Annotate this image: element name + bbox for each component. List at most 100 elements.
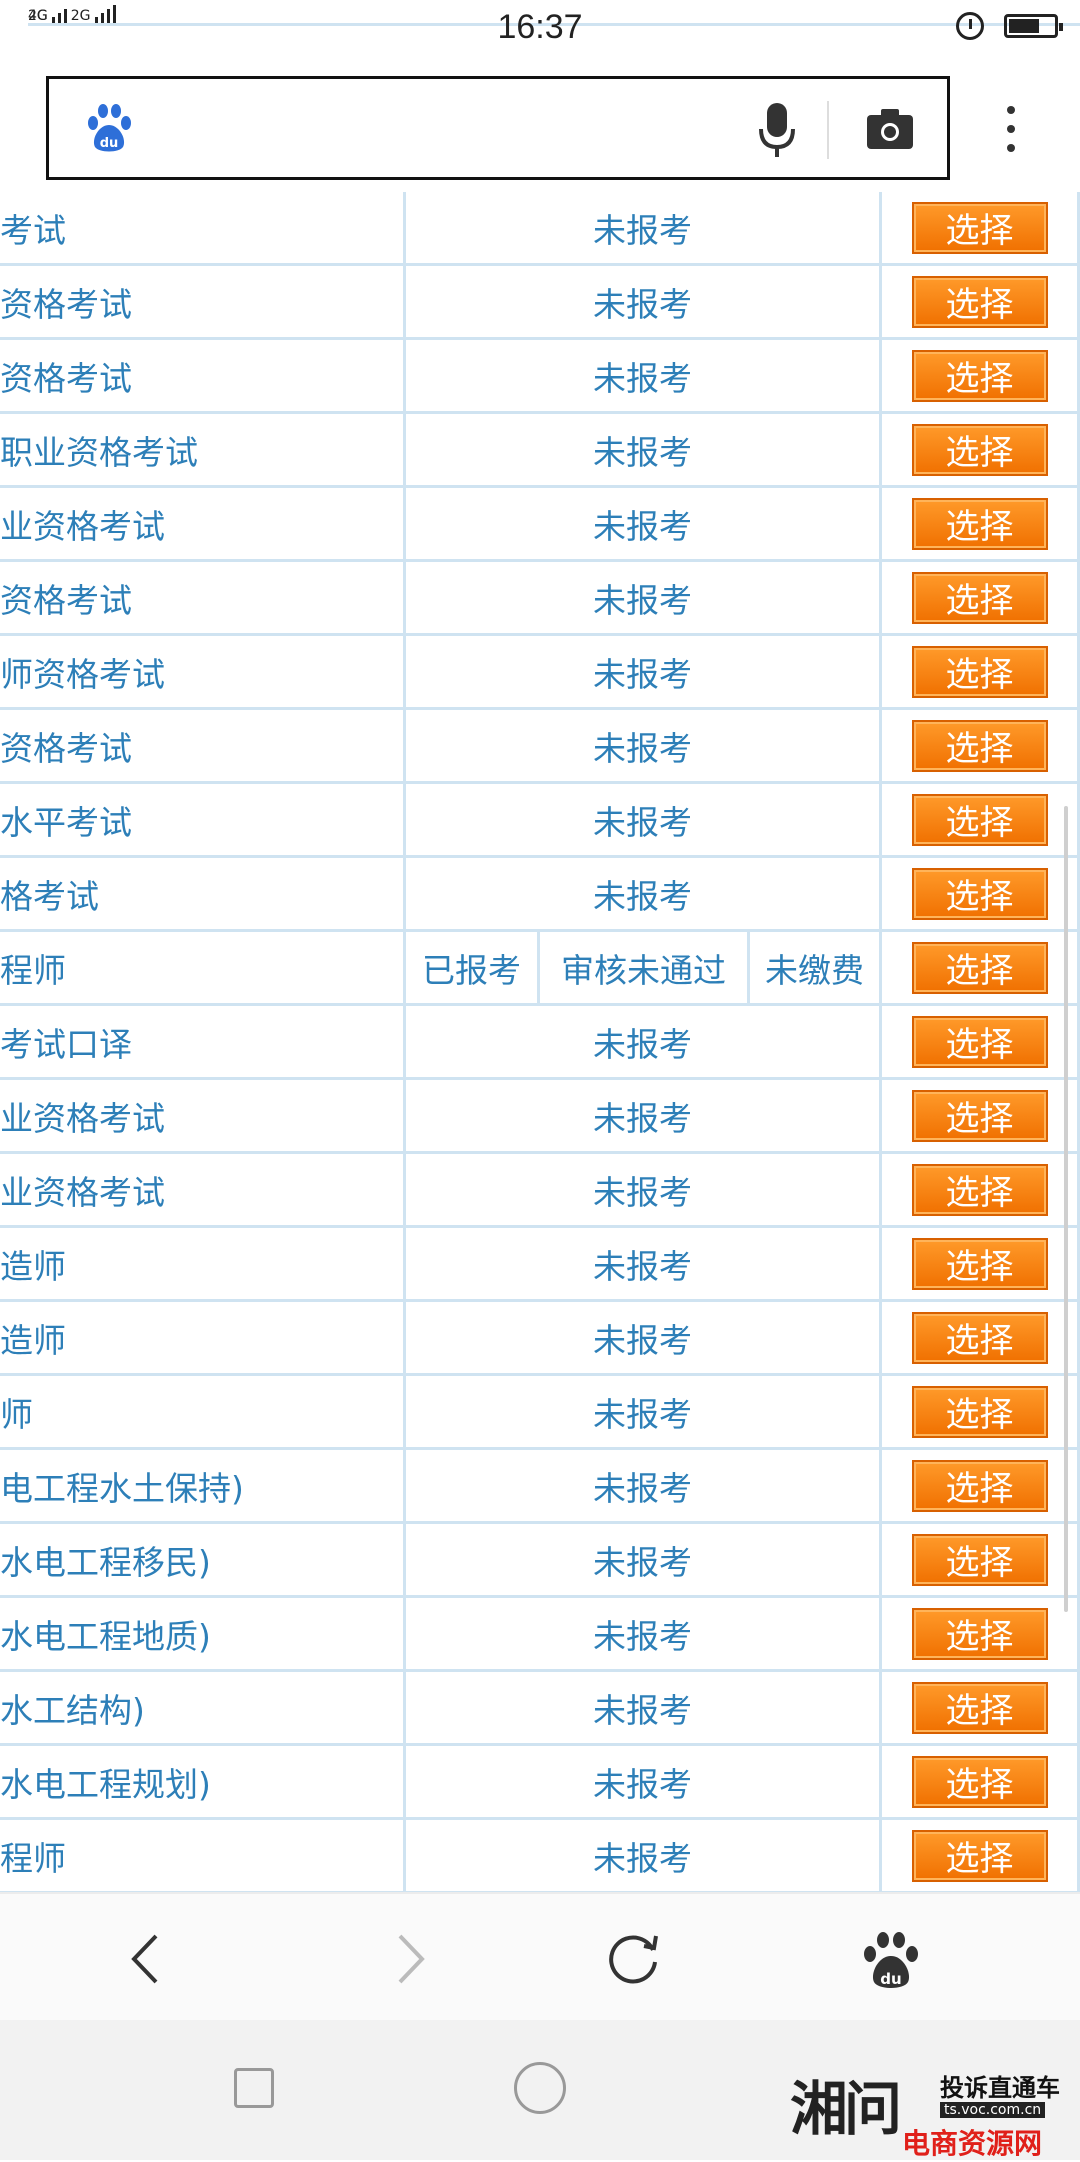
select-button[interactable]: 选择 bbox=[911, 1311, 1048, 1364]
select-button[interactable]: 选择 bbox=[911, 1607, 1048, 1660]
exam-status: 未报考 bbox=[406, 414, 882, 485]
select-button[interactable]: 选择 bbox=[911, 719, 1048, 772]
status-bar: 4G 2G 2G 16:37 bbox=[0, 0, 1080, 56]
select-button[interactable]: 选择 bbox=[911, 1533, 1048, 1586]
action-cell: 选择 bbox=[882, 562, 1080, 633]
exam-name: 造师 bbox=[0, 1302, 406, 1373]
select-button[interactable]: 选择 bbox=[911, 1237, 1048, 1290]
action-cell: 选择 bbox=[882, 1672, 1080, 1743]
select-button[interactable]: 选择 bbox=[911, 941, 1048, 994]
table-row: 资格考试 未报考 选择 bbox=[0, 340, 1080, 414]
select-button[interactable]: 选择 bbox=[911, 1385, 1048, 1438]
watermark-logo: 湘问 bbox=[790, 2075, 902, 2143]
table-row: 业资格考试 未报考 选择 bbox=[0, 1154, 1080, 1228]
search-input[interactable] bbox=[159, 103, 723, 157]
exam-status: 未报考 bbox=[406, 192, 882, 263]
action-cell: 选择 bbox=[882, 488, 1080, 559]
exam-status: 已报考 bbox=[406, 932, 540, 1003]
table-row: 程师 未报考 选择 bbox=[0, 1820, 1080, 1892]
browser-nav-bar: du bbox=[0, 1892, 1080, 2020]
exam-status: 未报考 bbox=[406, 266, 882, 337]
exam-name: 水电工程移民) bbox=[0, 1524, 406, 1595]
select-button[interactable]: 选择 bbox=[911, 201, 1048, 254]
baidu-paw-icon[interactable]: du bbox=[83, 103, 135, 155]
select-button[interactable]: 选择 bbox=[911, 645, 1048, 698]
table-row: 水电工程移民) 未报考 选择 bbox=[0, 1524, 1080, 1598]
svg-text:du: du bbox=[880, 1970, 901, 1988]
watermark-site: 电商资源网 bbox=[902, 2127, 1043, 2160]
action-cell: 选择 bbox=[882, 1450, 1080, 1521]
select-button[interactable]: 选择 bbox=[911, 793, 1048, 846]
table-row: 师未报考 选择 bbox=[0, 1376, 1080, 1450]
more-vertical-icon[interactable] bbox=[996, 104, 1026, 154]
table-row: 电工程水土保持) 未报考 选择 bbox=[0, 1450, 1080, 1524]
refresh-icon[interactable] bbox=[598, 1924, 668, 1994]
scrollbar[interactable] bbox=[1064, 806, 1068, 1612]
exam-name: 水平考试 bbox=[0, 784, 406, 855]
microphone-icon[interactable] bbox=[755, 101, 799, 159]
action-cell: 选择 bbox=[882, 710, 1080, 781]
exam-name: 师 bbox=[0, 1376, 406, 1447]
exam-status: 未报考 bbox=[406, 1524, 882, 1595]
exam-status: 未报考 bbox=[406, 636, 882, 707]
select-button[interactable]: 选择 bbox=[911, 1459, 1048, 1512]
table-row: 造师 未报考 选择 bbox=[0, 1228, 1080, 1302]
action-cell: 选择 bbox=[882, 1154, 1080, 1225]
select-button[interactable]: 选择 bbox=[911, 1015, 1048, 1068]
action-cell: 选择 bbox=[882, 858, 1080, 929]
action-cell: 选择 bbox=[882, 1228, 1080, 1299]
select-button[interactable]: 选择 bbox=[911, 423, 1048, 476]
exam-status: 未报考 bbox=[406, 710, 882, 781]
exam-name: 资格考试 bbox=[0, 562, 406, 633]
select-button[interactable]: 选择 bbox=[911, 1681, 1048, 1734]
select-button[interactable]: 选择 bbox=[911, 275, 1048, 328]
exam-name: 考试 bbox=[0, 192, 406, 263]
search-divider bbox=[827, 101, 829, 159]
select-button[interactable]: 选择 bbox=[911, 1163, 1048, 1216]
select-button[interactable]: 选择 bbox=[911, 349, 1048, 402]
exam-status: 未报考 bbox=[406, 340, 882, 411]
table-row: 考试口译 未报考 选择 bbox=[0, 1006, 1080, 1080]
action-cell: 选择 bbox=[882, 414, 1080, 485]
action-cell: 选择 bbox=[882, 1080, 1080, 1151]
exam-status: 未报考 bbox=[406, 858, 882, 929]
exam-name: 业资格考试 bbox=[0, 1154, 406, 1225]
select-button[interactable]: 选择 bbox=[911, 571, 1048, 624]
action-cell: 选择 bbox=[882, 1006, 1080, 1077]
table-row: 造师 未报考 选择 bbox=[0, 1302, 1080, 1376]
exam-name: 师资格考试 bbox=[0, 636, 406, 707]
select-button[interactable]: 选择 bbox=[911, 867, 1048, 920]
exam-table: 考试 未报考 选择 资格考试 未报考 选择 资格考试 未报考 选择 职业资格考试 未报考 选择 业资格考… bbox=[0, 192, 1080, 1892]
exam-status: 未缴费 bbox=[750, 932, 882, 1003]
clock: 16:37 bbox=[497, 8, 583, 46]
exam-name: 水电工程规划) bbox=[0, 1746, 406, 1817]
exam-name: 业资格考试 bbox=[0, 1080, 406, 1151]
chevron-left-icon[interactable] bbox=[112, 1924, 182, 1994]
exam-name: 业资格考试 bbox=[0, 488, 406, 559]
watermark: 湘问 投诉直通车 ts.voc.com.cn 电商资源网 bbox=[790, 2062, 1080, 2160]
action-cell: 选择 bbox=[882, 266, 1080, 337]
select-button[interactable]: 选择 bbox=[911, 497, 1048, 550]
baidu-home-icon[interactable]: du bbox=[856, 1924, 926, 1994]
action-cell: 选择 bbox=[882, 932, 1080, 1003]
table-row: 资格考试 未报考 选择 bbox=[0, 562, 1080, 636]
exam-status: 未报考 bbox=[406, 488, 882, 559]
select-button[interactable]: 选择 bbox=[911, 1829, 1048, 1882]
recent-apps-icon[interactable] bbox=[234, 2068, 274, 2108]
chevron-right-icon[interactable] bbox=[374, 1924, 444, 1994]
exam-name: 职业资格考试 bbox=[0, 414, 406, 485]
camera-icon[interactable] bbox=[865, 107, 915, 151]
table-row: 资格考试 未报考 选择 bbox=[0, 710, 1080, 784]
action-cell: 选择 bbox=[882, 1598, 1080, 1669]
table-row: 程师 已报考 审核未通过 未缴费 选择 bbox=[0, 932, 1080, 1006]
select-button[interactable]: 选择 bbox=[911, 1755, 1048, 1808]
search-bar[interactable]: du bbox=[46, 76, 950, 180]
exam-name: 程师 bbox=[0, 1820, 406, 1891]
home-icon[interactable] bbox=[514, 2062, 566, 2114]
table-row: 水电工程地质) 未报考 选择 bbox=[0, 1598, 1080, 1672]
action-cell: 选择 bbox=[882, 636, 1080, 707]
exam-name: 电工程水土保持) bbox=[0, 1450, 406, 1521]
table-row: 业资格考试 未报考 选择 bbox=[0, 488, 1080, 562]
action-cell: 选择 bbox=[882, 1820, 1080, 1891]
select-button[interactable]: 选择 bbox=[911, 1089, 1048, 1142]
